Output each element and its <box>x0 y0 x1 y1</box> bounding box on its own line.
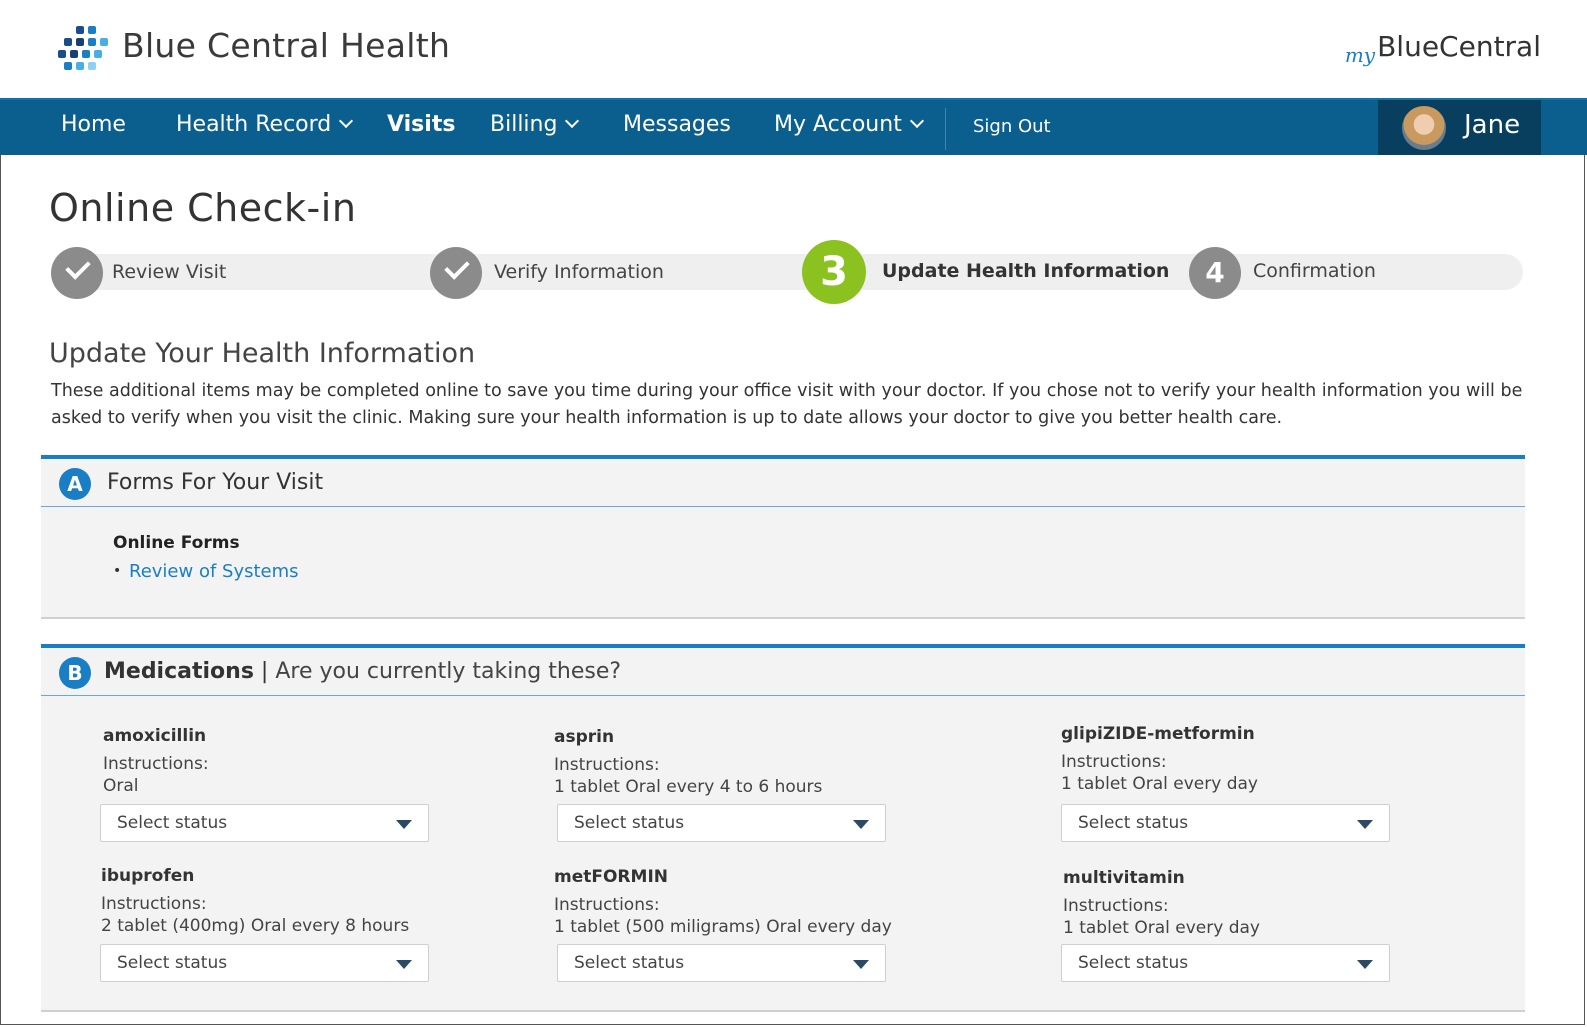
nav-sign-out[interactable]: Sign Out <box>973 116 1051 137</box>
main-nav: Home Health Record Visits Billing Messag… <box>0 98 1587 155</box>
select-value: Select status <box>117 953 228 973</box>
step-2-complete-icon <box>430 247 482 299</box>
intro-text: These additional items may be completed … <box>51 381 1523 428</box>
medication-instructions: 1 tablet Oral every 4 to 6 hours <box>554 777 823 797</box>
nav-my-account-label: My Account <box>774 112 902 137</box>
caret-down-icon <box>396 820 412 829</box>
medication-name: glipiZIDE-metformin <box>1061 724 1255 744</box>
chevron-down-icon <box>909 113 924 129</box>
instructions-label: Instructions: <box>103 754 209 774</box>
select-value: Select status <box>574 953 685 973</box>
medication-instructions: 1 tablet Oral every day <box>1061 774 1258 794</box>
medication-item: multivitamin Instructions: 1 tablet Oral… <box>1063 868 1260 938</box>
instructions-label: Instructions: <box>101 894 207 914</box>
avatar <box>1402 106 1446 150</box>
instructions-label: Instructions: <box>1063 896 1169 916</box>
forms-panel-title: Forms For Your Visit <box>107 470 324 495</box>
medication-name: asprin <box>554 727 615 747</box>
caret-down-icon <box>853 820 869 829</box>
step-1-label: Review Visit <box>112 261 227 283</box>
user-name: Jane <box>1464 110 1521 140</box>
medication-status-select[interactable]: Select status <box>557 944 886 982</box>
section-a-badge: A <box>59 468 91 500</box>
chevron-down-icon <box>339 113 354 129</box>
caret-down-icon <box>1357 820 1373 829</box>
forms-panel: A Forms For Your Visit Online Forms • Re… <box>41 455 1525 619</box>
step-2-label: Verify Information <box>494 261 664 283</box>
medication-item: glipiZIDE-metformin Instructions: 1 tabl… <box>1061 724 1258 794</box>
forms-panel-header: A Forms For Your Visit <box>41 459 1525 507</box>
nav-health-record[interactable]: Health Record <box>176 112 354 137</box>
my-brand-name: BlueCentral <box>1377 30 1541 63</box>
medication-name: amoxicillin <box>103 726 207 746</box>
instructions-label: Instructions: <box>1061 752 1167 772</box>
step-3-label: Update Health Information <box>882 260 1170 282</box>
step-4-label: Confirmation <box>1253 260 1376 282</box>
select-value: Select status <box>574 813 685 833</box>
panel-divider <box>41 617 1525 619</box>
medications-subtitle: Are you currently taking these? <box>275 659 622 684</box>
nav-messages[interactable]: Messages <box>623 112 731 137</box>
step-1-complete-icon <box>51 247 103 299</box>
check-icon <box>65 254 91 280</box>
medication-status-select[interactable]: Select status <box>557 804 886 842</box>
medications-panel-title: Medications | Are you currently taking t… <box>104 659 621 684</box>
nav-divider <box>945 108 946 150</box>
panel-divider <box>41 1010 1525 1012</box>
medication-name: metFORMIN <box>554 867 668 887</box>
nav-home[interactable]: Home <box>61 112 126 137</box>
medication-status-select[interactable]: Select status <box>100 944 429 982</box>
medication-item: asprin Instructions: 1 tablet Oral every… <box>554 727 822 797</box>
nav-my-account[interactable]: My Account <box>774 112 924 137</box>
site-header: Blue Central Health myBlueCentral <box>0 0 1587 98</box>
instructions-label: Instructions: <box>554 755 660 775</box>
review-of-systems-link[interactable]: Review of Systems <box>129 561 299 582</box>
bullet-icon: • <box>113 563 122 579</box>
my-brand-prefix: my <box>1344 43 1376 67</box>
chevron-down-icon <box>565 113 580 129</box>
nav-billing-label: Billing <box>490 112 558 137</box>
select-value: Select status <box>1078 953 1189 973</box>
step-3-number: 3 <box>802 240 866 304</box>
caret-down-icon <box>853 960 869 969</box>
step-4-number: 4 <box>1189 247 1241 299</box>
title-separator: | <box>260 659 269 684</box>
select-value: Select status <box>1078 813 1189 833</box>
my-brand-logo: myBlueCentral <box>1345 30 1541 67</box>
logo-icon <box>58 26 110 72</box>
nav-visits[interactable]: Visits <box>387 112 455 137</box>
user-menu[interactable]: Jane <box>1378 100 1541 155</box>
caret-down-icon <box>396 960 412 969</box>
section-heading: Update Your Health Information <box>49 338 476 369</box>
page-title: Online Check-in <box>49 186 357 230</box>
medication-instructions: 2 tablet (400mg) Oral every 8 hours <box>101 916 410 936</box>
section-b-badge: B <box>59 657 91 689</box>
caret-down-icon <box>1357 960 1373 969</box>
medication-status-select[interactable]: Select status <box>100 804 429 842</box>
medications-title: Medications <box>104 659 254 684</box>
check-icon <box>444 254 470 280</box>
medication-instructions: 1 tablet Oral every day <box>1063 918 1260 938</box>
medications-panel-header: B Medications | Are you currently taking… <box>41 648 1525 696</box>
medication-name: multivitamin <box>1063 868 1185 888</box>
medication-item: ibuprofen Instructions: 2 tablet (400mg)… <box>101 866 409 936</box>
instructions-label: Instructions: <box>554 895 660 915</box>
medication-status-select[interactable]: Select status <box>1061 804 1390 842</box>
select-value: Select status <box>117 813 228 833</box>
medication-instructions: 1 tablet (500 miligrams) Oral every day <box>554 917 892 937</box>
brand-name: Blue Central Health <box>122 26 451 65</box>
medication-instructions: Oral <box>103 776 139 796</box>
medication-item: metFORMIN Instructions: 1 tablet (500 mi… <box>554 867 892 937</box>
medications-panel: B Medications | Are you currently taking… <box>41 644 1525 1012</box>
online-forms-label: Online Forms <box>113 533 240 553</box>
medication-item: amoxicillin Instructions: Oral <box>103 726 209 796</box>
nav-health-record-label: Health Record <box>176 112 332 137</box>
medication-name: ibuprofen <box>101 866 195 886</box>
medication-status-select[interactable]: Select status <box>1061 944 1390 982</box>
nav-billing[interactable]: Billing <box>490 112 580 137</box>
